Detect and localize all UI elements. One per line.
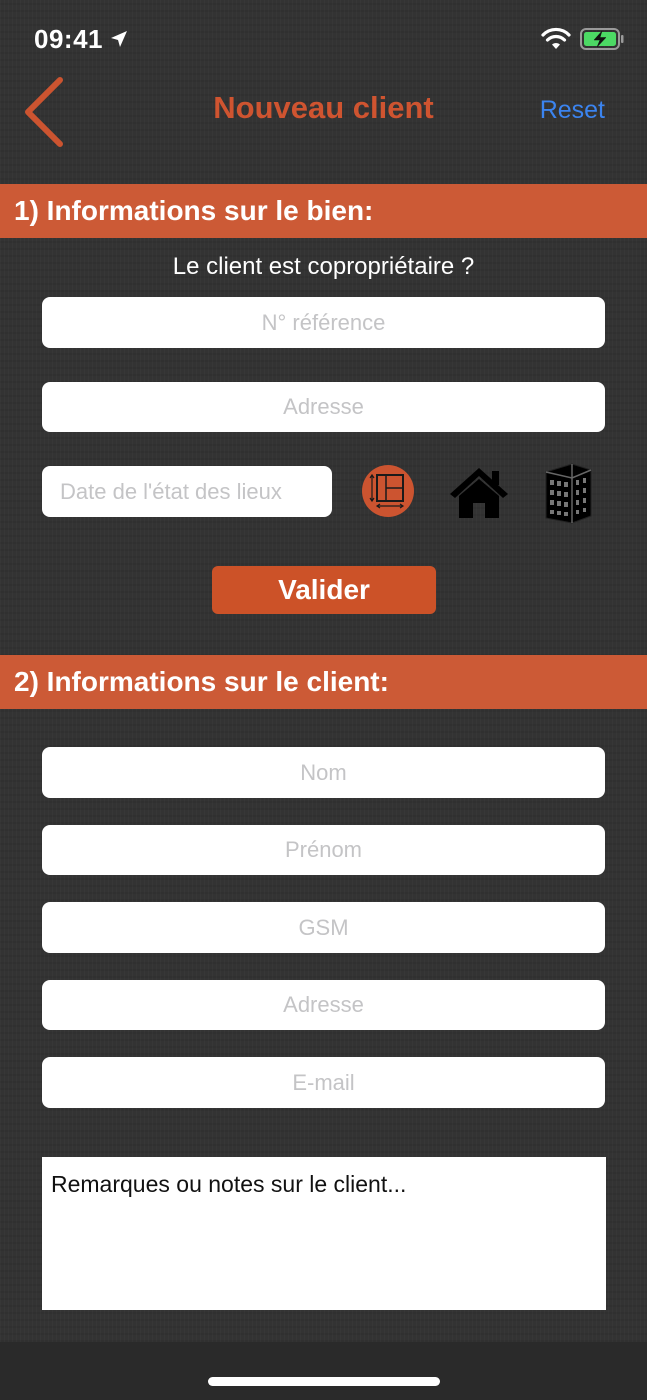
home-indicator[interactable] [208,1377,440,1386]
email-input[interactable] [42,1057,605,1108]
battery-charging-icon [580,28,624,50]
name-input[interactable] [42,747,605,798]
gsm-input[interactable] [42,902,605,953]
floor-plan-icon[interactable] [361,464,415,518]
firstname-input[interactable] [42,825,605,875]
section-header-property: 1) Informations sur le bien: [0,184,647,238]
building-icon[interactable] [542,460,594,524]
client-address-input[interactable] [42,980,605,1030]
bottom-strip [0,1342,647,1400]
reference-input[interactable] [42,297,605,348]
property-address-input[interactable] [42,382,605,432]
house-icon[interactable] [448,465,510,519]
section-header-client: 2) Informations sur le client: [0,655,647,709]
status-time: 09:41 [34,24,103,54]
reset-button[interactable]: Reset [540,96,605,125]
notes-textarea[interactable] [42,1157,606,1310]
wifi-icon [541,27,571,49]
inspection-date-input[interactable] [42,466,332,517]
coowner-question[interactable]: Le client est copropriétaire ? [0,253,647,281]
validate-button[interactable]: Valider [212,566,436,614]
location-arrow-icon [111,31,127,47]
